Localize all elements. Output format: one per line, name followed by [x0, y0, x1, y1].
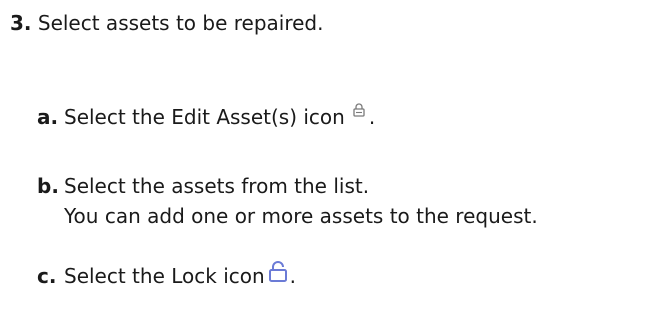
substep-b: b. Select the assets from the list. You c… — [37, 171, 538, 231]
step-3: 3. Select assets to be repaired. — [10, 8, 323, 38]
step-number: 3. — [10, 11, 32, 35]
substep-period: . — [289, 264, 297, 288]
substep-a: a. Select the Edit Asset(s) icon. — [37, 102, 375, 134]
substep-letter: a. — [37, 105, 59, 129]
substep-period: . — [368, 105, 376, 129]
substep-text-line2: You can add one or more assets to the re… — [64, 204, 538, 228]
substep-text: Select the Edit Asset(s) icon — [64, 105, 345, 129]
step-text: Select assets to be repaired. — [37, 11, 324, 35]
substep-c: c. Select the Lock icon. — [37, 260, 297, 293]
substep-letter: b. — [37, 174, 59, 198]
substep-letter: c. — [37, 264, 57, 288]
substep-text: Select the Lock icon — [64, 264, 265, 288]
substep-text: Select the assets from the list. — [64, 174, 370, 198]
edit-assets-lock-icon — [353, 95, 365, 125]
lock-icon — [268, 260, 288, 290]
